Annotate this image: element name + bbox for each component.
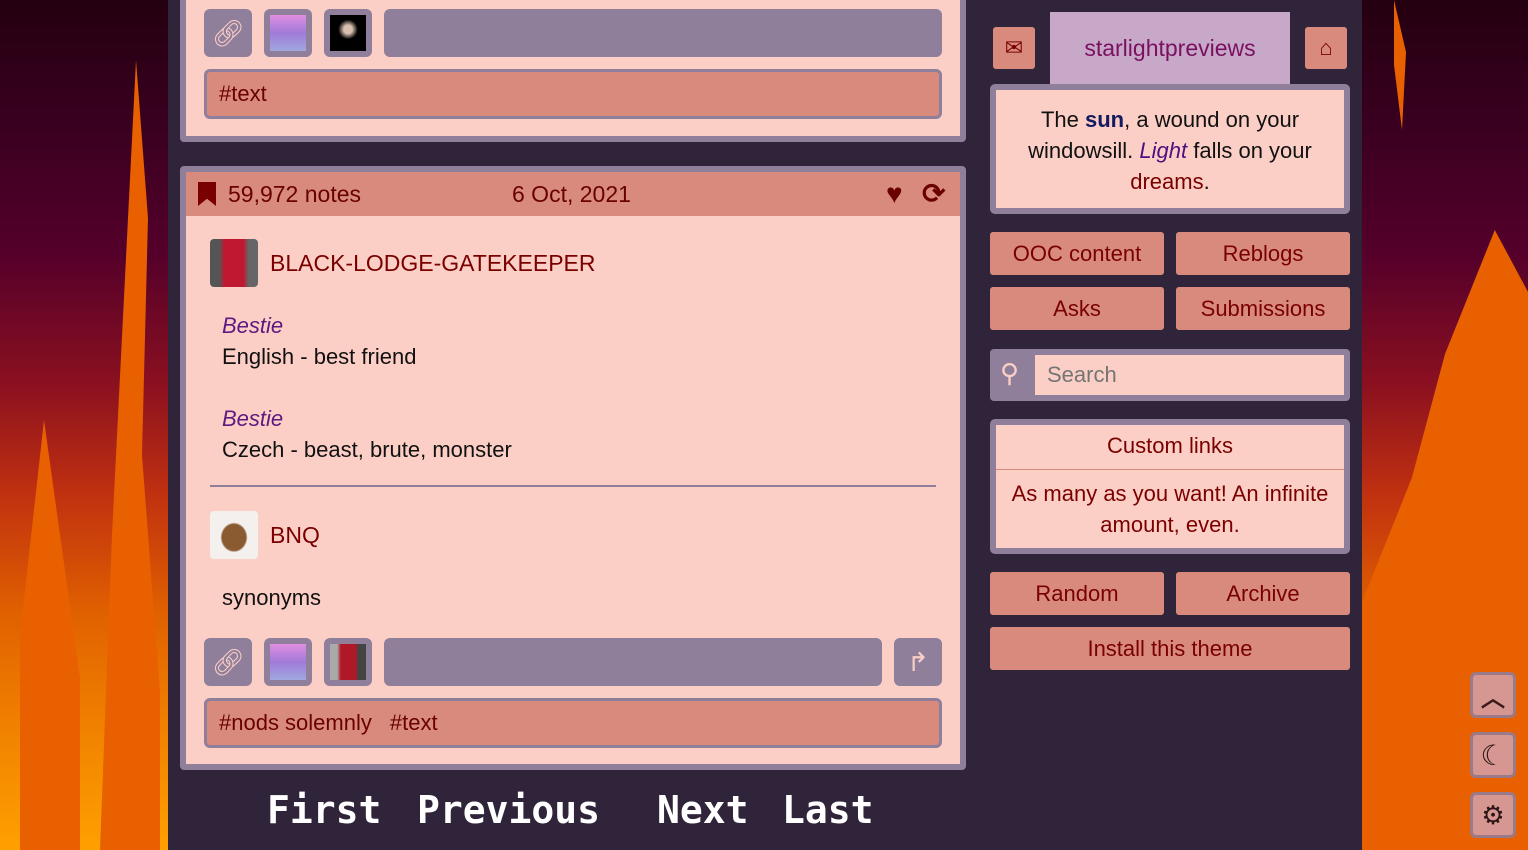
search-box: ⚲ — [990, 349, 1350, 401]
custom-links-title: Custom links — [996, 425, 1344, 470]
reblog-entry-user[interactable]: BLACK-LODGE-GATEKEEPER — [210, 239, 596, 287]
permalink-button[interactable]: 🔗︎ — [204, 638, 252, 686]
submissions-button[interactable]: Submissions — [1176, 287, 1350, 330]
custom-links-box: Custom links As many as you want! An inf… — [990, 419, 1350, 554]
tag-list: #nods solemnly #text — [204, 698, 942, 748]
heart-icon[interactable]: ♥ — [886, 172, 903, 216]
search-icon[interactable]: ⚲ — [1000, 358, 1019, 389]
term: Bestie — [222, 406, 284, 431]
install-theme-button[interactable]: Install this theme — [990, 627, 1350, 670]
gradient-avatar — [270, 644, 306, 680]
avatar — [210, 239, 258, 287]
reblog-icon[interactable]: ⟳ — [922, 172, 945, 216]
next-page-link[interactable]: Next — [657, 788, 749, 832]
moon-icon: ☾ — [1480, 739, 1506, 771]
blog-description: The sun, a wound on your windowsill. Lig… — [990, 84, 1350, 214]
tag[interactable]: #text — [390, 710, 438, 735]
link-icon: 🔗︎ — [211, 17, 245, 48]
definition: English - best friend — [222, 344, 417, 369]
post-header: 59,972 notes 6 Oct, 2021 ♥ ⟳ — [186, 172, 960, 216]
blog-title[interactable]: starlightpreviews — [1050, 12, 1290, 84]
avatar — [210, 511, 258, 559]
desc-light: Light — [1139, 138, 1188, 163]
tag-list: #text — [204, 69, 942, 119]
desc-text: falls on your — [1187, 138, 1312, 163]
post-1: 🔗︎ #text — [180, 0, 966, 142]
inbox-button[interactable]: ⌂ — [1305, 27, 1347, 69]
link-icon: 🔗︎ — [211, 646, 245, 677]
fire-background-right — [1362, 0, 1528, 850]
chevron-up-icon: ︿ — [1481, 684, 1505, 712]
post-date[interactable]: 6 Oct, 2021 — [512, 172, 631, 216]
dark-mode-button[interactable]: ☾ — [1470, 732, 1516, 778]
term: Bestie — [222, 313, 284, 338]
scroll-top-button[interactable]: ︿ — [1470, 672, 1516, 718]
gear-icon: ⚙ — [1481, 799, 1505, 830]
fire-background-left — [0, 0, 168, 850]
bookmark-icon — [198, 182, 216, 206]
desc-dreams: dreams — [1130, 169, 1204, 194]
post-2: 59,972 notes 6 Oct, 2021 ♥ ⟳ BLACK-LODGE… — [180, 166, 966, 770]
definition: Czech - beast, brute, monster — [222, 437, 512, 462]
first-page-link[interactable]: First — [267, 788, 381, 832]
message-button[interactable]: ✉ — [993, 27, 1035, 69]
reblogger-avatar-button[interactable] — [324, 638, 372, 686]
source-gradient-button[interactable] — [264, 638, 312, 686]
settings-button[interactable]: ⚙ — [1470, 792, 1516, 838]
note-count[interactable]: 59,972 notes — [228, 172, 361, 216]
tag[interactable]: #text — [219, 81, 267, 106]
username[interactable]: BLACK-LODGE-GATEKEEPER — [270, 250, 596, 277]
desc-text: . — [1203, 169, 1210, 194]
share-button[interactable]: ↱ — [894, 638, 942, 686]
search-input[interactable] — [1035, 355, 1344, 395]
random-button[interactable]: Random — [990, 572, 1164, 615]
reblog-text: synonyms — [222, 585, 322, 610]
permalink-button[interactable]: 🔗︎ — [204, 9, 252, 57]
reblogs-button[interactable]: Reblogs — [1176, 232, 1350, 275]
desc-text: The — [1040, 107, 1085, 132]
previous-page-link[interactable]: Previous — [417, 788, 600, 832]
reblog-bar — [384, 9, 942, 57]
gradient-avatar — [270, 15, 306, 51]
share-icon: ↱ — [907, 646, 929, 677]
reblog-bar — [384, 638, 882, 686]
reblog-entry-user[interactable]: BNQ — [210, 511, 320, 559]
ooc-content-button[interactable]: OOC content — [990, 232, 1164, 275]
custom-links-text[interactable]: As many as you want! An infinite amount,… — [996, 470, 1344, 548]
tag[interactable]: #nods solemnly — [219, 710, 372, 735]
divider — [210, 485, 936, 487]
asks-button[interactable]: Asks — [990, 287, 1164, 330]
archive-button[interactable]: Archive — [1176, 572, 1350, 615]
desc-sun: sun — [1085, 107, 1125, 132]
source-gradient-button[interactable] — [264, 9, 312, 57]
avatar — [330, 644, 366, 680]
avatar — [330, 15, 366, 51]
last-page-link[interactable]: Last — [782, 788, 874, 832]
username[interactable]: BNQ — [270, 522, 320, 549]
reblogger-avatar-button[interactable] — [324, 9, 372, 57]
